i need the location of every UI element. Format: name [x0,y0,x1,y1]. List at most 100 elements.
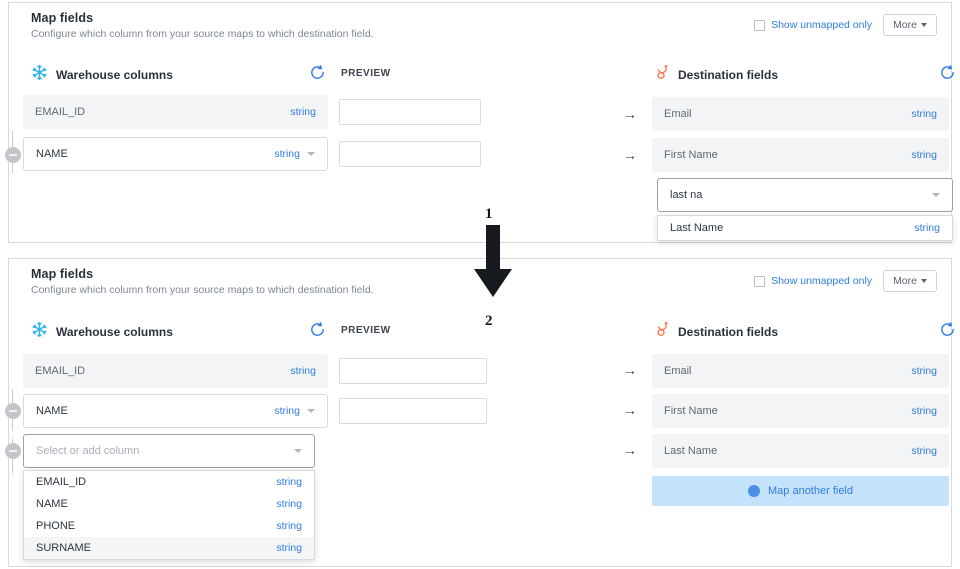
map-arrow-icon: → [623,148,637,162]
destination-field-row[interactable]: Email string [652,97,949,131]
chevron-down-icon[interactable] [307,152,315,156]
warehouse-columns-label: Warehouse columns [56,68,173,82]
map-arrow-icon: → [623,443,637,457]
page-subtitle: Configure which column from your source … [31,284,374,296]
destination-field-type: string [911,405,937,417]
destination-field-type: string [911,365,937,377]
hubspot-icon [654,321,670,343]
source-field-name: EMAIL_ID [35,106,290,118]
source-field-name: EMAIL_ID [35,365,290,377]
destination-refresh-icon[interactable] [939,321,956,338]
destination-fields-header: Destination fields [654,321,778,343]
map-arrow-icon: → [623,403,637,417]
destination-field-search-input[interactable]: last na [657,178,953,212]
preview-value-box [339,99,481,125]
map-arrow-icon: → [623,107,637,121]
remove-row-handle[interactable] [5,403,21,419]
destination-field-type: string [911,108,937,120]
chevron-down-icon[interactable] [294,449,302,453]
destination-field-name: Last Name [664,445,911,457]
dropdown-option-label: EMAIL_ID [36,476,86,488]
show-unmapped-only-checkbox[interactable]: Show unmapped only [754,275,872,287]
annotation-step-2: 2 [485,313,493,330]
destination-field-row[interactable]: First Name string [652,394,949,428]
warehouse-columns-header: Warehouse columns [31,64,173,86]
dropdown-option[interactable]: PHONE string [24,515,314,537]
dropdown-option[interactable]: SURNAME string [24,537,314,559]
source-column-dropdown[interactable]: EMAIL_ID string NAME string PHONE string… [23,470,315,560]
page-subtitle: Configure which column from your source … [31,28,374,40]
destination-field-name: First Name [664,405,911,417]
source-field-row[interactable]: EMAIL_ID string [23,354,328,388]
show-unmapped-only-label: Show unmapped only [771,19,872,31]
dropdown-option[interactable]: EMAIL_ID string [24,471,314,493]
dropdown-option-label: SURNAME [36,542,91,554]
dropdown-option-type: string [276,498,302,510]
destination-field-dropdown[interactable]: Last Name string [657,215,953,241]
checkbox-icon[interactable] [754,20,765,31]
dropdown-option-label: NAME [36,498,68,510]
more-button[interactable]: More [883,14,937,36]
destination-field-name: First Name [664,149,911,161]
dropdown-option-type: string [276,476,302,488]
annotation-step-1: 1 [485,206,493,223]
dropdown-option[interactable]: NAME string [24,493,314,515]
source-field-row[interactable]: EMAIL_ID string [23,95,328,129]
destination-field-search-value: last na [670,189,925,201]
snowflake-icon [31,64,48,86]
annotation-arrow-icon [472,225,514,310]
dropdown-option-label: Last Name [670,222,723,234]
dropdown-option[interactable]: Last Name string [658,216,952,240]
destination-field-name: Email [664,108,911,120]
source-field-type: string [290,365,316,377]
source-refresh-icon[interactable] [309,321,326,338]
map-fields-panel-step1: Map fields Configure which column from y… [8,2,952,243]
more-button-label: More [893,275,917,287]
page-title: Map fields [31,267,374,281]
source-column-search-input[interactable]: Select or add column [23,434,315,468]
preview-label: PREVIEW [341,68,391,79]
destination-fields-header: Destination fields [654,64,778,86]
dropdown-option-type: string [276,520,302,532]
checkbox-icon[interactable] [754,276,765,287]
destination-field-name: Email [664,365,911,377]
more-button[interactable]: More [883,270,937,292]
hubspot-icon [654,64,670,86]
preview-label: PREVIEW [341,325,391,336]
chevron-down-icon[interactable] [307,409,315,413]
source-refresh-icon[interactable] [309,64,326,81]
panel-header: Map fields Configure which column from y… [31,267,374,296]
preview-value-box [339,398,487,424]
source-column-search-placeholder: Select or add column [36,445,287,457]
source-field-type: string [274,148,300,160]
destination-refresh-icon[interactable] [939,64,956,81]
snowflake-icon [31,321,48,343]
dropdown-option-type: string [276,542,302,554]
plus-circle-icon [748,485,760,497]
map-another-field-label: Map another field [768,485,853,497]
show-unmapped-only-checkbox[interactable]: Show unmapped only [754,19,872,31]
source-field-row[interactable]: NAME string [23,394,328,428]
chevron-down-icon [921,23,927,27]
destination-field-type: string [911,149,937,161]
source-field-type: string [290,106,316,118]
remove-row-handle[interactable] [5,147,21,163]
panel-header: Map fields Configure which column from y… [31,11,374,40]
warehouse-columns-label: Warehouse columns [56,325,173,339]
source-field-name: NAME [36,405,274,417]
map-another-field-button[interactable]: Map another field [652,476,949,506]
dropdown-option-type: string [914,222,940,234]
screenshot-root: Map fields Configure which column from y… [0,0,960,569]
destination-field-row[interactable]: Last Name string [652,434,949,468]
source-field-row[interactable]: NAME string [23,137,328,171]
destination-fields-label: Destination fields [678,325,778,339]
source-field-name: NAME [36,148,274,160]
chevron-down-icon[interactable] [932,193,940,197]
destination-field-row[interactable]: First Name string [652,138,949,172]
map-arrow-icon: → [623,363,637,377]
header-controls: Show unmapped only More [754,14,937,36]
header-controls: Show unmapped only More [754,270,937,292]
remove-row-handle[interactable] [5,443,21,459]
page-title: Map fields [31,11,374,25]
destination-field-row[interactable]: Email string [652,354,949,388]
